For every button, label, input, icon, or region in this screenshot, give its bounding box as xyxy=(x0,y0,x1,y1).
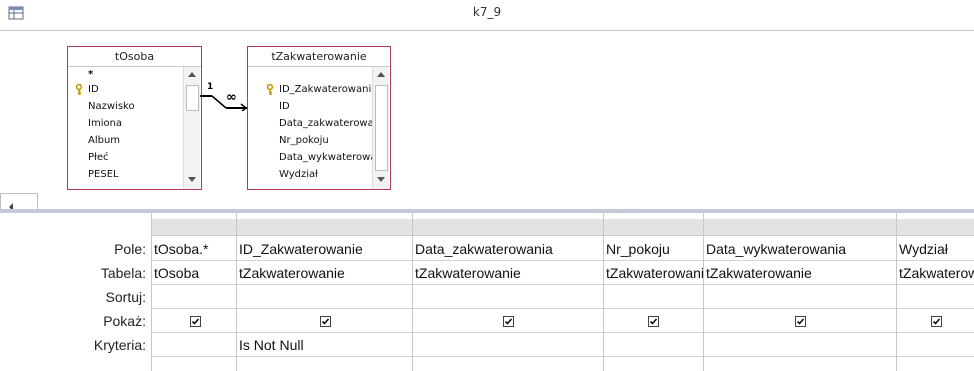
show-cell[interactable] xyxy=(237,309,413,333)
sort-cell[interactable] xyxy=(237,285,413,309)
query-grid[interactable]: Pole: Tabela: Sortuj: Pokaż: Kryteria: t… xyxy=(0,213,974,371)
checkbox-checked-icon[interactable] xyxy=(931,316,942,327)
scroll-thumb[interactable] xyxy=(186,85,199,111)
column-selector[interactable] xyxy=(704,219,897,236)
field-item[interactable]: * xyxy=(88,67,93,83)
column-selector[interactable] xyxy=(897,219,974,236)
field-item[interactable]: PESEL xyxy=(88,167,119,183)
column-selector[interactable] xyxy=(604,219,704,236)
scroll-down-icon[interactable] xyxy=(373,171,389,187)
field-cell[interactable]: Data_zakwaterowania xyxy=(413,237,604,261)
field-cell[interactable]: Data_wykwaterowania xyxy=(704,237,897,261)
field-item[interactable]: Płeć xyxy=(88,150,109,166)
scroll-up-icon[interactable] xyxy=(373,67,389,83)
table-box-tzakwaterowanie[interactable]: tZakwaterowanie ID_Zakwaterowanie ID Dat… xyxy=(247,46,391,190)
field-cell[interactable]: ID_Zakwaterowanie xyxy=(237,237,413,261)
show-cell[interactable] xyxy=(604,309,704,333)
criteria-cell[interactable] xyxy=(413,333,604,357)
sort-cell[interactable] xyxy=(604,285,704,309)
key-icon xyxy=(265,83,275,96)
table-cell[interactable]: tZakwaterowanie xyxy=(413,261,604,285)
column-selector[interactable] xyxy=(152,219,237,236)
row-label-show: Pokaż: xyxy=(103,313,146,329)
key-icon xyxy=(74,83,84,96)
column-selector[interactable] xyxy=(413,219,604,236)
show-cell[interactable] xyxy=(413,309,604,333)
checkbox-checked-icon[interactable] xyxy=(503,316,514,327)
field-item[interactable]: Wydział xyxy=(279,167,318,183)
table-box-tosoba[interactable]: tOsoba * ID Nazwisko Imiona Album Płeć P… xyxy=(67,46,202,190)
vertical-scrollbar[interactable] xyxy=(183,67,200,189)
field-item-key[interactable]: ID xyxy=(75,82,99,98)
show-cell[interactable] xyxy=(152,309,237,333)
grid-column[interactable]: Data_zakwaterowania tZakwaterowanie xyxy=(412,213,604,371)
field-item[interactable]: ID xyxy=(279,99,290,115)
criteria-cell[interactable] xyxy=(704,333,897,357)
field-item[interactable]: Imiona xyxy=(88,116,122,132)
checkbox-checked-icon[interactable] xyxy=(795,316,806,327)
table-cell[interactable]: tZakwaterowanie xyxy=(704,261,897,285)
criteria-cell[interactable]: Is Not Null xyxy=(237,333,413,357)
grid-column[interactable]: tOsoba.* tOsoba xyxy=(151,213,237,371)
table-cell[interactable]: tZakwaterowanie xyxy=(897,261,974,285)
table-title[interactable]: tZakwaterowanie xyxy=(248,47,390,67)
checkbox-checked-icon[interactable] xyxy=(320,316,331,327)
grid-column[interactable]: ID_Zakwaterowanie tZakwaterowanie Is Not… xyxy=(236,213,413,371)
row-label-sort: Sortuj: xyxy=(105,289,146,305)
field-list: ID_Zakwaterowanie ID Data_zakwaterowania… xyxy=(248,67,372,189)
table-cell[interactable]: tOsoba xyxy=(152,261,237,285)
table-cell[interactable]: tZakwaterowanie xyxy=(237,261,413,285)
sort-cell[interactable] xyxy=(152,285,237,309)
sort-cell[interactable] xyxy=(704,285,897,309)
vertical-scrollbar[interactable] xyxy=(372,67,389,189)
field-item[interactable]: Nr_pokoju xyxy=(279,133,329,149)
criteria-cell[interactable] xyxy=(604,333,704,357)
field-label: ID xyxy=(88,84,99,95)
row-label-field: Pole: xyxy=(114,241,146,257)
window-title-bar: k7_9 xyxy=(0,0,974,31)
field-cell[interactable]: Nr_pokoju xyxy=(604,237,704,261)
field-item[interactable]: Album xyxy=(88,133,120,149)
window-title: k7_9 xyxy=(472,5,502,19)
relationship-one-label: 1 xyxy=(207,82,214,92)
column-selector[interactable] xyxy=(237,219,413,236)
row-label-criteria: Kryteria: xyxy=(93,337,146,353)
grid-column[interactable]: Wydział tZakwaterowanie xyxy=(896,213,974,371)
scroll-thumb[interactable] xyxy=(375,85,388,171)
sort-cell[interactable] xyxy=(897,285,974,309)
field-item[interactable]: Data_zakwaterowania xyxy=(279,116,372,132)
checkbox-checked-icon[interactable] xyxy=(190,316,201,327)
row-label-table: Tabela: xyxy=(100,265,146,281)
sort-cell[interactable] xyxy=(413,285,604,309)
checkbox-checked-icon[interactable] xyxy=(648,316,659,327)
field-cell[interactable]: tOsoba.* xyxy=(152,237,237,261)
field-cell[interactable]: Wydział xyxy=(897,237,974,261)
show-cell[interactable] xyxy=(704,309,897,333)
show-cell[interactable] xyxy=(897,309,974,333)
relationship-many-label: ∞ xyxy=(226,90,237,105)
grid-column[interactable]: Data_wykwaterowania tZakwaterowanie xyxy=(703,213,897,371)
scroll-down-icon[interactable] xyxy=(184,171,200,187)
criteria-cell[interactable] xyxy=(152,333,237,357)
grid-column[interactable]: Nr_pokoju tZakwaterowanie xyxy=(603,213,704,371)
table-design-area[interactable]: tOsoba * ID Nazwisko Imiona Album Płeć P… xyxy=(0,31,974,194)
table-title[interactable]: tOsoba xyxy=(68,47,201,67)
criteria-cell[interactable] xyxy=(897,333,974,357)
field-item-key[interactable]: ID_Zakwaterowanie xyxy=(266,82,372,98)
field-label: ID_Zakwaterowanie xyxy=(279,84,372,95)
field-list: * ID Nazwisko Imiona Album Płeć PESEL xyxy=(68,67,183,189)
table-cell[interactable]: tZakwaterowanie xyxy=(604,261,704,285)
field-item[interactable]: Data_wykwaterowania xyxy=(279,150,372,166)
scroll-up-icon[interactable] xyxy=(184,67,200,83)
field-item[interactable]: Nazwisko xyxy=(88,99,135,115)
